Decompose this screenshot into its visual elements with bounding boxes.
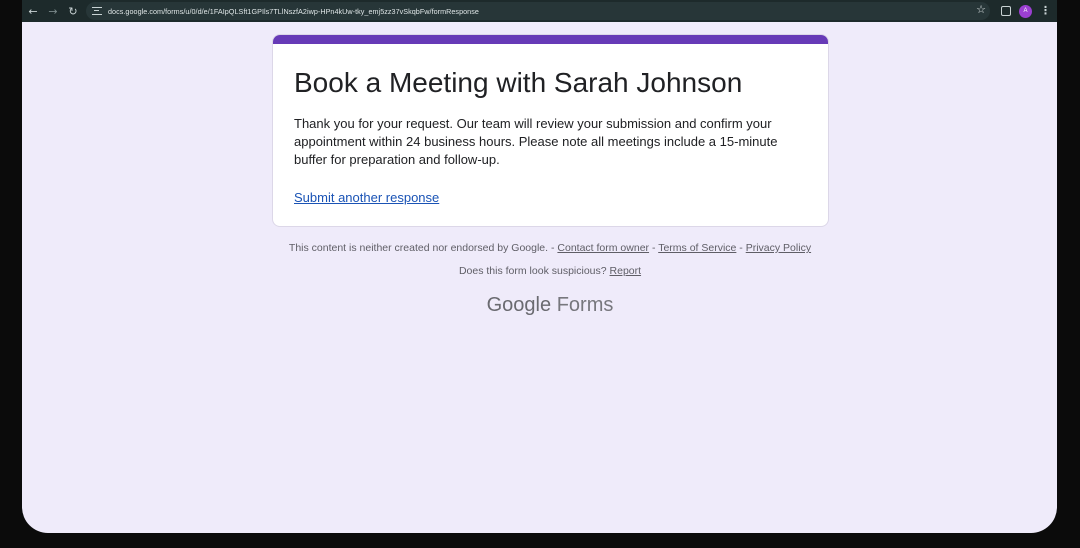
forward-arrow-icon[interactable]: → <box>44 2 62 20</box>
google-wordmark: Google <box>486 294 552 316</box>
google-forms-logo[interactable]: Google Forms <box>22 294 1057 317</box>
screen: ← → ↻ docs.google.com/forms/u/0/d/e/1FAI… <box>22 0 1057 533</box>
bookmark-star-icon[interactable]: ☆ <box>976 3 986 16</box>
submit-another-response-link[interactable]: Submit another response <box>294 190 439 205</box>
extensions-icon[interactable] <box>1001 6 1011 16</box>
footer-disclaimer: This content is neither created nor endo… <box>22 242 1057 254</box>
back-arrow-icon[interactable]: ← <box>24 2 42 20</box>
profile-avatar[interactable]: A <box>1019 4 1032 18</box>
form-response-card: Book a Meeting with Sarah Johnson Thank … <box>272 34 829 227</box>
suspicious-text: Does this form look suspicious? <box>458 265 607 277</box>
separator: - <box>739 242 743 254</box>
toolbar-right: A ⋮ <box>1001 0 1051 22</box>
browser-toolbar: ← → ↻ docs.google.com/forms/u/0/d/e/1FAI… <box>22 0 1057 22</box>
separator: - <box>651 242 656 254</box>
form-title: Book a Meeting with Sarah Johnson <box>294 67 743 98</box>
address-bar[interactable]: docs.google.com/forms/u/0/d/e/1FAIpQLSft… <box>86 2 990 20</box>
url-text[interactable]: docs.google.com/forms/u/0/d/e/1FAIpQLSft… <box>108 7 479 16</box>
card-accent-bar <box>273 35 828 44</box>
footer-report: Does this form look suspicious? Report <box>22 265 1057 277</box>
site-info-icon[interactable] <box>92 7 102 15</box>
disclaimer-text: This content is neither created nor endo… <box>288 242 555 254</box>
contact-form-owner-link[interactable]: Contact form owner <box>557 242 649 254</box>
reload-icon[interactable]: ↻ <box>64 2 82 20</box>
forms-wordmark: Forms <box>556 294 614 316</box>
privacy-policy-link[interactable]: Privacy Policy <box>746 242 811 254</box>
report-link[interactable]: Report <box>610 265 642 277</box>
confirmation-message: Thank you for your request. Our team wil… <box>294 116 778 167</box>
terms-of-service-link[interactable]: Terms of Service <box>658 242 736 254</box>
browser-menu-icon[interactable]: ⋮ <box>1040 5 1051 16</box>
